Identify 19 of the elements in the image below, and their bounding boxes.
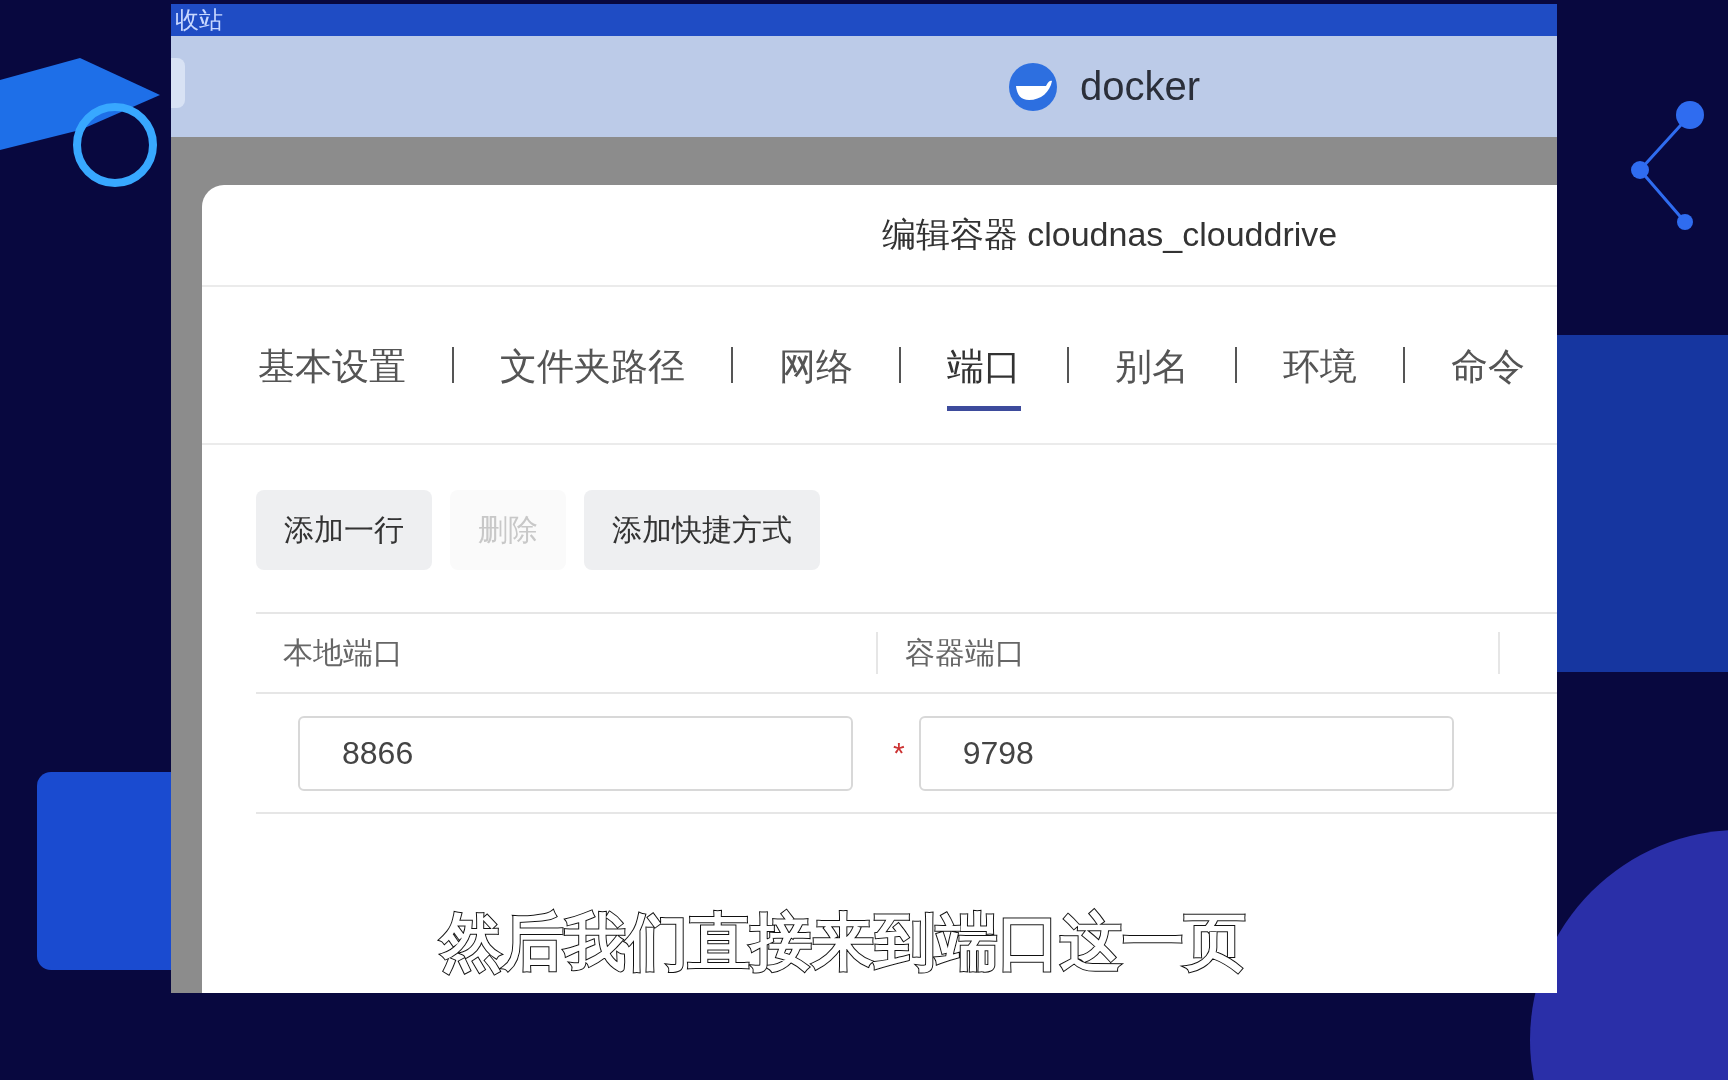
column-header: 本地端口 xyxy=(256,632,878,674)
tab[interactable]: 基本设置 xyxy=(258,327,406,411)
required-mark: * xyxy=(893,736,905,770)
tab[interactable]: 文件夹路径 xyxy=(500,327,685,411)
back-button[interactable] xyxy=(171,58,185,108)
toolbar-button[interactable]: 添加快捷方式 xyxy=(584,490,820,570)
app-label: 收站 xyxy=(175,8,223,32)
input-field[interactable]: 9798 xyxy=(918,715,1454,791)
tab[interactable]: 端口 xyxy=(947,327,1021,411)
app-title: docker xyxy=(1079,64,1201,109)
toolbar-button[interactable]: 添加一行 xyxy=(256,490,432,570)
tab[interactable]: 命令 xyxy=(1451,327,1525,411)
tab[interactable]: 别名 xyxy=(1115,327,1189,411)
column-header: 容器端口 xyxy=(878,632,1500,674)
tab[interactable]: 环境 xyxy=(1283,327,1357,411)
tab[interactable]: 网络 xyxy=(779,327,853,411)
whale-icon xyxy=(1007,61,1058,112)
input-field[interactable]: 8866 xyxy=(298,715,853,791)
dialog-title: 编辑容器 cloudnas_clouddrive xyxy=(881,214,1338,255)
